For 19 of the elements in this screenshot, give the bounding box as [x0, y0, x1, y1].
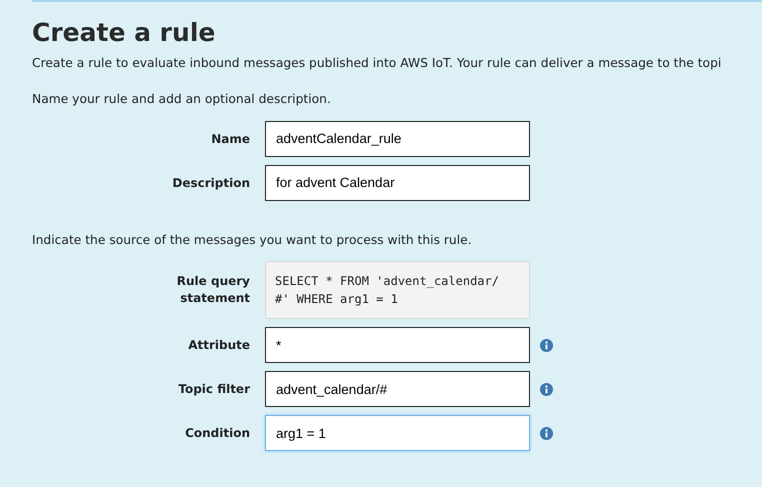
- query-statement: SELECT * FROM 'advent_calendar/ #' WHERE arg1 = 1: [265, 261, 530, 320]
- input-field[interactable]: advent_calendar/#: [265, 371, 530, 408]
- info-icon[interactable]: [540, 338, 553, 352]
- field-label: Description: [171, 174, 251, 192]
- section-text: Indicate the source of the messages you want to process with this rule.: [32, 232, 473, 249]
- section-text: Name your rule and add an optional description.: [32, 91, 332, 108]
- input-field[interactable]: *: [265, 327, 530, 364]
- field-label: Rule query statement: [176, 272, 251, 308]
- info-icon[interactable]: [540, 426, 553, 440]
- page-title: Create a rule: [32, 18, 216, 48]
- field-label: Attribute: [187, 337, 251, 354]
- info-icon[interactable]: [540, 382, 553, 396]
- field-label: Name: [210, 130, 251, 148]
- input-field[interactable]: arg1 = 1: [265, 415, 530, 452]
- intro-text: Create a rule to evaluate inbound messages published into AWS IoT. Your rule can deliver a message to the topi: [32, 55, 722, 72]
- field-label: Condition: [184, 425, 251, 442]
- input-field[interactable]: for advent Calendar: [265, 164, 530, 201]
- input-field[interactable]: adventCalendar_rule: [265, 120, 530, 157]
- field-label: Topic filter: [177, 381, 251, 398]
